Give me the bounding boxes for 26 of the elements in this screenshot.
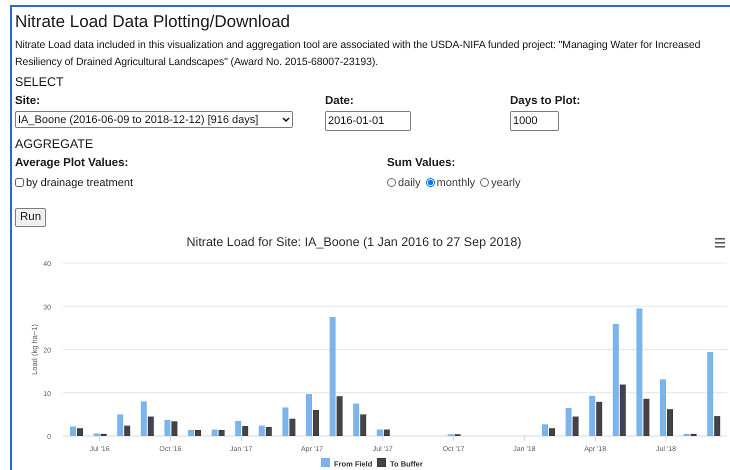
field-label: Average Plot Values: xyxy=(15,156,128,172)
field-label: Date: xyxy=(325,94,354,109)
run-button[interactable]: Run xyxy=(15,208,46,228)
radio-label: daily xyxy=(398,176,421,190)
chart-title: Nitrate Load for Site: IA_Boone (1 Jan 2016 to 27 Sep 2018) xyxy=(186,235,522,250)
site-dropdown[interactable]: IA_Boone (2016-06-09 to 2018-12-12) [916 days] xyxy=(15,111,293,128)
section-heading: SELECT xyxy=(15,74,64,91)
chevron-down-icon xyxy=(282,117,290,122)
checkbox-label: by drainage treatment xyxy=(26,176,134,190)
description: Nitrate Load data included in this visualization and aggregation tool are associated with the USDA-NIFA funded project: "Managing Water for Increased Resiliency of Drained Agricultural Landscapes" (Award No. 2015-68007-23193). xyxy=(15,38,702,70)
days-field[interactable]: 1000 xyxy=(510,111,559,132)
checkbox[interactable] xyxy=(15,178,24,188)
radio-button[interactable] xyxy=(426,178,435,188)
section-heading: AGGREGATE xyxy=(15,136,94,154)
field-label: Sum Values: xyxy=(387,156,456,172)
legend-swatch xyxy=(321,458,330,468)
radio-label: yearly xyxy=(491,176,520,190)
field-label: Days to Plot: xyxy=(510,94,580,109)
radio-button[interactable] xyxy=(387,178,396,188)
page-title: Nitrate Load Data Plotting/Download xyxy=(15,11,291,33)
menu-icon[interactable] xyxy=(715,238,725,248)
legend-swatch xyxy=(377,458,386,468)
radio-label: monthly xyxy=(436,176,476,190)
date-field[interactable]: 2016-01-01 xyxy=(325,111,411,132)
radio-button[interactable] xyxy=(480,178,490,188)
field-label: Site: xyxy=(15,94,40,109)
